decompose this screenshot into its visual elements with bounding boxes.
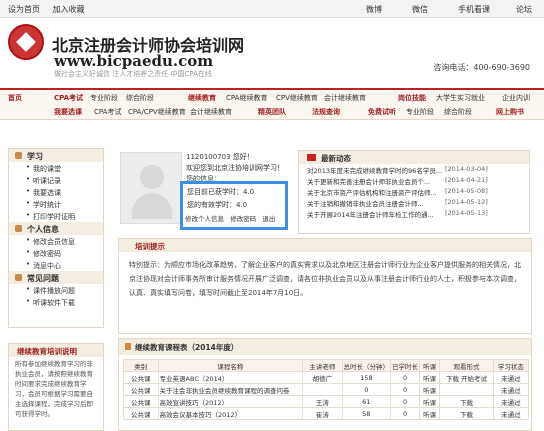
top-bar: 设为首页 加入收藏 微博 微信 手机看课 论坛 bbox=[0, 0, 544, 18]
nav-internship[interactable]: 大学生实习就业 bbox=[436, 93, 485, 103]
site-logo[interactable] bbox=[8, 24, 44, 60]
nav-professional-2[interactable]: 专业阶段 bbox=[406, 107, 434, 117]
sidebar-section-faq: 常见问题 bbox=[9, 271, 103, 284]
table-row: 公共课 专业英语ABC（2014） 胡德广 158 0 听课 下载 开始考试 未… bbox=[123, 371, 530, 384]
mobile-link[interactable]: 手机看课 bbox=[458, 4, 490, 15]
sidebar-item-player[interactable]: 课件播放问题 bbox=[9, 284, 103, 296]
change-password-link[interactable]: 修改密码 bbox=[230, 215, 256, 223]
listen-button[interactable]: 听课 bbox=[419, 407, 441, 420]
nav-cpa-exam-2[interactable]: CPA考试 bbox=[94, 107, 121, 117]
table-row: 公共课 高效会议基本技巧（2012） 崔涛 58 0 听课 下载 未通过 bbox=[123, 407, 530, 420]
nav-job-skills[interactable]: 岗位技能 bbox=[398, 93, 426, 103]
edit-profile-link[interactable]: 修改个人信息 bbox=[185, 215, 224, 223]
download-exam-link[interactable]: 下载 开始考试 bbox=[439, 371, 494, 384]
nav-professional[interactable]: 专业阶段 bbox=[90, 93, 118, 103]
nav-select-course[interactable]: 我要选课 bbox=[54, 107, 82, 117]
nav-corporate[interactable]: 企业内训 bbox=[502, 93, 530, 103]
news-panel: 最新动态 对2013年度未完成继续教育学时的96名学员... [2014-03-0… bbox=[298, 150, 530, 234]
avatar bbox=[120, 152, 182, 224]
sidebar-item-print[interactable]: 打印学时证明 bbox=[9, 210, 103, 222]
site-slogan: 做社会主义好诚信 注人才培养之责任 中国CPA在线 bbox=[54, 70, 212, 78]
sidebar-item-password[interactable]: 修改密码 bbox=[9, 247, 103, 259]
table-row: 公共课 关于注会非执业会员继续教育课程的调查问卷 0 0 听课 未通过 bbox=[123, 383, 530, 396]
news-item[interactable]: 对2013年度未完成继续教育学时的96名学员... [2014-03-04] bbox=[299, 164, 529, 175]
tips-text: 特别提示：为顺应市场化改革趋势，了解企业客户的真实需求以及北京地区注册会计师行业… bbox=[129, 261, 521, 297]
hotline: 咨询电话：400-690-3690 bbox=[433, 63, 530, 72]
nav-cpa-cpv-ce[interactable]: CPA/CPV继续教育 bbox=[128, 107, 186, 117]
course-table: 类别 课程名称 主讲老师 总时长（分钟） 已学时长 听课 观看形式 学习状态 公… bbox=[123, 359, 530, 420]
tips-title: 培训提示 bbox=[119, 239, 531, 252]
user-greeting: 1120100703 您好！ bbox=[186, 153, 254, 161]
ce-notice-text: 所有参加继续教育学习的非执业会员，请按照继续教育时间要求完成继续教育学习，会员可… bbox=[15, 360, 93, 418]
add-favorite-link[interactable]: 加入收藏 bbox=[53, 5, 85, 14]
table-row: 公共课 高效宣讲技巧（2012） 王涛 61 0 听课 下载 未通过 bbox=[123, 395, 530, 408]
sidebar-item-edit-info[interactable]: 修改会员信息 bbox=[9, 235, 103, 247]
nav-home[interactable]: 首页 bbox=[8, 93, 22, 103]
download-link[interactable]: 下载 bbox=[439, 395, 494, 408]
listen-button[interactable]: 听课 bbox=[419, 395, 441, 408]
course-title: 继续教育课程表（2014年度） bbox=[119, 339, 531, 355]
nav-regulations[interactable]: 法规查询 bbox=[312, 107, 340, 117]
ce-notice-panel: 继续教育培训说明 所有参加继续教育学习的非执业会员，请按照继续教育时间要求完成继… bbox=[8, 343, 104, 431]
nav-acct-ce[interactable]: 会计继续教育 bbox=[324, 93, 366, 103]
listen-button[interactable]: 听课 bbox=[419, 371, 441, 384]
news-title: 最新动态 bbox=[299, 151, 529, 164]
sidebar-section-study: 学习 bbox=[9, 149, 103, 162]
weixin-link[interactable]: 微信 bbox=[412, 4, 428, 15]
nav-free-trial[interactable]: 免费试听 bbox=[368, 107, 396, 117]
download-link[interactable]: 下载 bbox=[439, 407, 494, 420]
nav-comprehensive[interactable]: 综合阶段 bbox=[126, 93, 154, 103]
effective-hours: 您的有效学时：4.0 bbox=[187, 201, 248, 209]
nav-buy-books[interactable]: 网上购书 bbox=[496, 107, 524, 117]
welcome-text: 欢迎您到北京注协培训网学习！ bbox=[186, 164, 284, 172]
training-tips-panel: 培训提示 特别提示：为顺应市场化改革趋势，了解企业客户的真实需求以及北京地区注册… bbox=[118, 238, 532, 334]
ce-notice-title: 继续教育培训说明 bbox=[9, 344, 103, 357]
site-url: www.bicpaedu.com bbox=[54, 52, 214, 70]
course-panel: 继续教育课程表（2014年度） 类别 课程名称 主讲老师 总时长（分钟） 已学时… bbox=[118, 338, 532, 431]
news-item[interactable]: 关于更新和完善注册会计师非执业会员个... [2014-04-21] bbox=[299, 175, 529, 186]
news-item[interactable]: 关于北京市资产评估机构和注册资产评估师... [2014-05-08] bbox=[299, 186, 529, 197]
site-header: 北京注册会计师协会培训网 www.bicpaedu.com 做社会主义好诚信 注… bbox=[0, 18, 544, 88]
nav-acct-ce-2[interactable]: 会计继续教育 bbox=[190, 107, 232, 117]
study-hours-box: 您目前已获学时：4.0 您的有效学时：4.0 修改个人信息 修改密码 退出 bbox=[180, 181, 288, 230]
nav-cpv-ce[interactable]: CPV继续教育 bbox=[276, 93, 318, 103]
news-item[interactable]: 关于注销和撤销非执业会员注册会计师... [2014-05-12] bbox=[299, 197, 529, 208]
main-nav: 首页 CPA考试 专业阶段 综合阶段 继续教育 CPA继续教育 CPV继续教育 … bbox=[0, 88, 544, 120]
sidebar-item-my-class[interactable]: 我的课堂 bbox=[9, 162, 103, 174]
news-item[interactable]: 关于开展2014年注册会计师年检工作的通... [2014-05-13] bbox=[299, 208, 529, 219]
logout-link[interactable]: 退出 bbox=[262, 215, 275, 223]
nav-cpa-exam[interactable]: CPA考试 bbox=[54, 93, 83, 103]
sidebar-item-hours[interactable]: 学时统计 bbox=[9, 198, 103, 210]
set-homepage-link[interactable]: 设为首页 bbox=[8, 5, 40, 14]
sidebar-item-select[interactable]: 我要选课 bbox=[9, 186, 103, 198]
earned-hours: 您目前已获学时：4.0 bbox=[187, 188, 255, 196]
nav-comprehensive-2[interactable]: 综合阶段 bbox=[444, 107, 472, 117]
nav-cpa-ce[interactable]: CPA继续教育 bbox=[226, 93, 267, 103]
sidebar-item-messages[interactable]: 消息中心 bbox=[9, 259, 103, 271]
weibo-link[interactable]: 微博 bbox=[366, 4, 382, 15]
sidebar-section-profile: 个人信息 bbox=[9, 222, 103, 235]
forum-link[interactable]: 论坛 bbox=[516, 4, 532, 15]
sidebar-item-download[interactable]: 听课软件下载 bbox=[9, 296, 103, 308]
nav-elite-team[interactable]: 精英团队 bbox=[258, 107, 286, 117]
table-header-row: 类别 课程名称 主讲老师 总时长（分钟） 已学时长 听课 观看形式 学习状态 bbox=[123, 359, 530, 372]
nav-continuing-edu[interactable]: 继续教育 bbox=[188, 93, 216, 103]
sidebar: 学习 我的课堂 听课记录 我要选课 学时统计 打印学时证明 个人信息 修改会员信… bbox=[8, 148, 104, 328]
sidebar-item-records[interactable]: 听课记录 bbox=[9, 174, 103, 186]
listen-button[interactable]: 听课 bbox=[419, 383, 441, 396]
